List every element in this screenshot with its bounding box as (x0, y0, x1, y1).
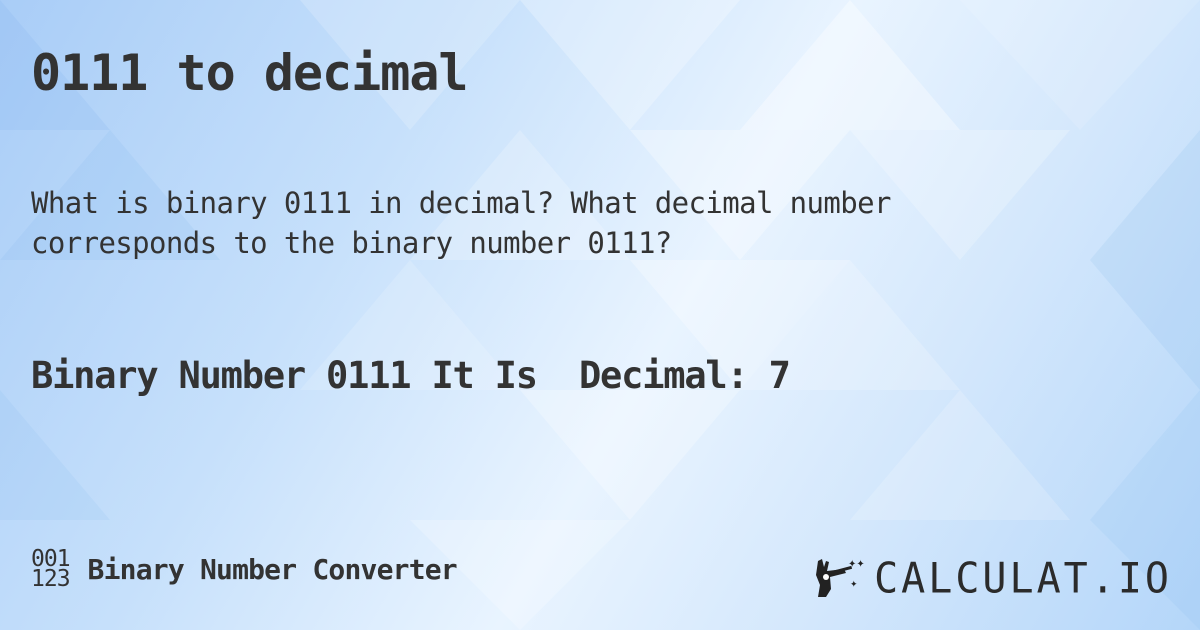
binary-number-icon: 001 123 (31, 548, 71, 592)
question-text: What is binary 0111 in decimal? What dec… (31, 186, 891, 260)
page-title: 0111 to decimal (31, 44, 469, 102)
card-content: 0111 to decimal What is binary 0111 in d… (0, 0, 1200, 630)
magic-wand-hand-icon: ✦✦ ✦ (816, 559, 865, 597)
svg-text:✦: ✦ (850, 580, 858, 590)
converter-label: 001 123 Binary Number Converter (31, 548, 458, 592)
brand-name: CALCULAT.IO (874, 554, 1172, 604)
svg-text:✦✦: ✦✦ (848, 559, 865, 570)
brand-logo: ✦✦ ✦ CALCULAT.IO (814, 554, 1172, 604)
converter-title: Binary Number Converter (87, 552, 458, 586)
binary-icon-bottom: 123 (31, 566, 71, 592)
answer-text: Binary Number 0111 It Is Decimal: 7 (31, 354, 791, 397)
